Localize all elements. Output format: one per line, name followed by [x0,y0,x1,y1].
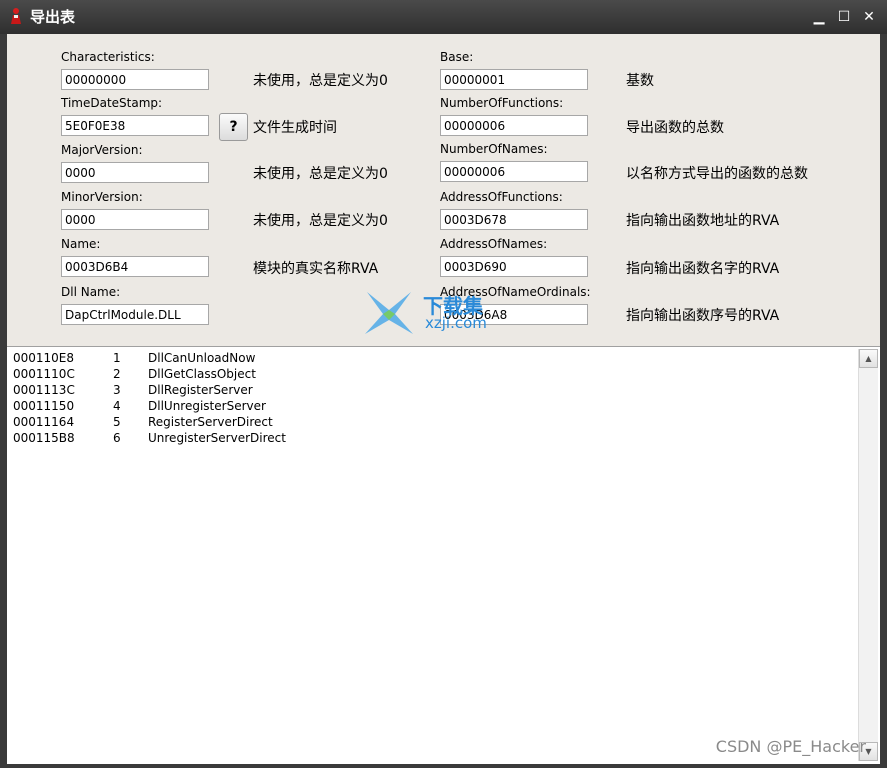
majorversion-label: MajorVersion: [61,143,143,157]
addressofnames-label: AddressOfNames: [440,237,548,251]
export-name: DllGetClassObject [148,367,256,381]
watermark-site-en: xzji.com [425,314,487,332]
characteristics-desc: 未使用，总是定义为0 [253,73,388,89]
export-ordinal: 5 [113,415,121,429]
name-label: Name: [61,237,101,251]
numberoffunctions-input[interactable] [440,115,588,136]
vertical-scrollbar[interactable]: ▲ ▼ [858,349,878,761]
close-button[interactable]: ✕ [860,8,878,26]
minorversion-label: MinorVersion: [61,190,143,204]
name-desc: 模块的真实名称RVA [253,261,379,277]
export-name: RegisterServerDirect [148,415,273,429]
base-desc: 基数 [626,73,654,89]
numberofnames-input[interactable] [440,161,588,182]
addressoffunctions-desc: 指向输出函数地址的RVA [626,213,780,229]
numberofnames-desc: 以名称方式导出的函数的总数 [626,166,808,182]
export-address: 0001113C [13,383,75,397]
characteristics-label: Characteristics: [61,50,155,64]
export-list[interactable]: 000110E8 1 DllCanUnloadNow 0001110C 2 Dl… [7,346,880,764]
addressoffunctions-input[interactable] [440,209,588,230]
name-input[interactable] [61,256,209,277]
export-ordinal: 6 [113,431,121,445]
numberofnames-label: NumberOfNames: [440,142,548,156]
watermark-logo-icon [365,292,413,334]
site-watermark: 下载集 xzji.com [359,290,509,338]
export-ordinal: 3 [113,383,121,397]
window-title: 导出表 [30,8,76,26]
timedatestamp-input[interactable] [61,115,209,136]
majorversion-desc: 未使用，总是定义为0 [253,166,388,182]
numberoffunctions-label: NumberOfFunctions: [440,96,564,110]
majorversion-input[interactable] [61,162,209,183]
export-address: 00011164 [13,415,75,429]
dllname-input[interactable] [61,304,209,325]
numberoffunctions-desc: 导出函数的总数 [626,120,724,136]
export-name: UnregisterServerDirect [148,431,286,445]
export-address: 00011150 [13,399,75,413]
export-ordinal: 2 [113,367,121,381]
app-icon [11,8,21,24]
minorversion-desc: 未使用，总是定义为0 [253,213,388,229]
addressofnames-desc: 指向输出函数名字的RVA [626,261,780,277]
export-ordinal: 4 [113,399,121,413]
title-bar[interactable]: 导出表 ▁ ☐ ✕ [0,0,887,34]
timedatestamp-label: TimeDateStamp: [61,96,163,110]
client-area: Characteristics: 未使用，总是定义为0 TimeDateStam… [7,34,880,764]
base-label: Base: [440,50,474,64]
timestamp-help-button[interactable]: ? [219,113,248,141]
addressoffunctions-label: AddressOfFunctions: [440,190,563,204]
export-address: 000110E8 [13,351,75,365]
dllname-label: Dll Name: [61,285,121,299]
export-name: DllRegisterServer [148,383,253,397]
export-address: 000115B8 [13,431,75,445]
export-address: 0001110C [13,367,75,381]
csdn-watermark: CSDN @PE_Hacker [715,737,866,756]
minorversion-input[interactable] [61,209,209,230]
timedatestamp-desc: 文件生成时间 [253,120,337,136]
maximize-button[interactable]: ☐ [835,8,853,26]
export-ordinal: 1 [113,351,121,365]
export-name: DllUnregisterServer [148,399,266,413]
minimize-button[interactable]: ▁ [810,8,828,26]
export-name: DllCanUnloadNow [148,351,256,365]
scroll-up-button[interactable]: ▲ [859,349,878,368]
export-table-window: 导出表 ▁ ☐ ✕ Characteristics: 未使用，总是定义为0 Ti… [0,0,887,768]
base-input[interactable] [440,69,588,90]
characteristics-input[interactable] [61,69,209,90]
addressofnames-input[interactable] [440,256,588,277]
addressofnameordinals-desc: 指向输出函数序号的RVA [626,308,780,324]
